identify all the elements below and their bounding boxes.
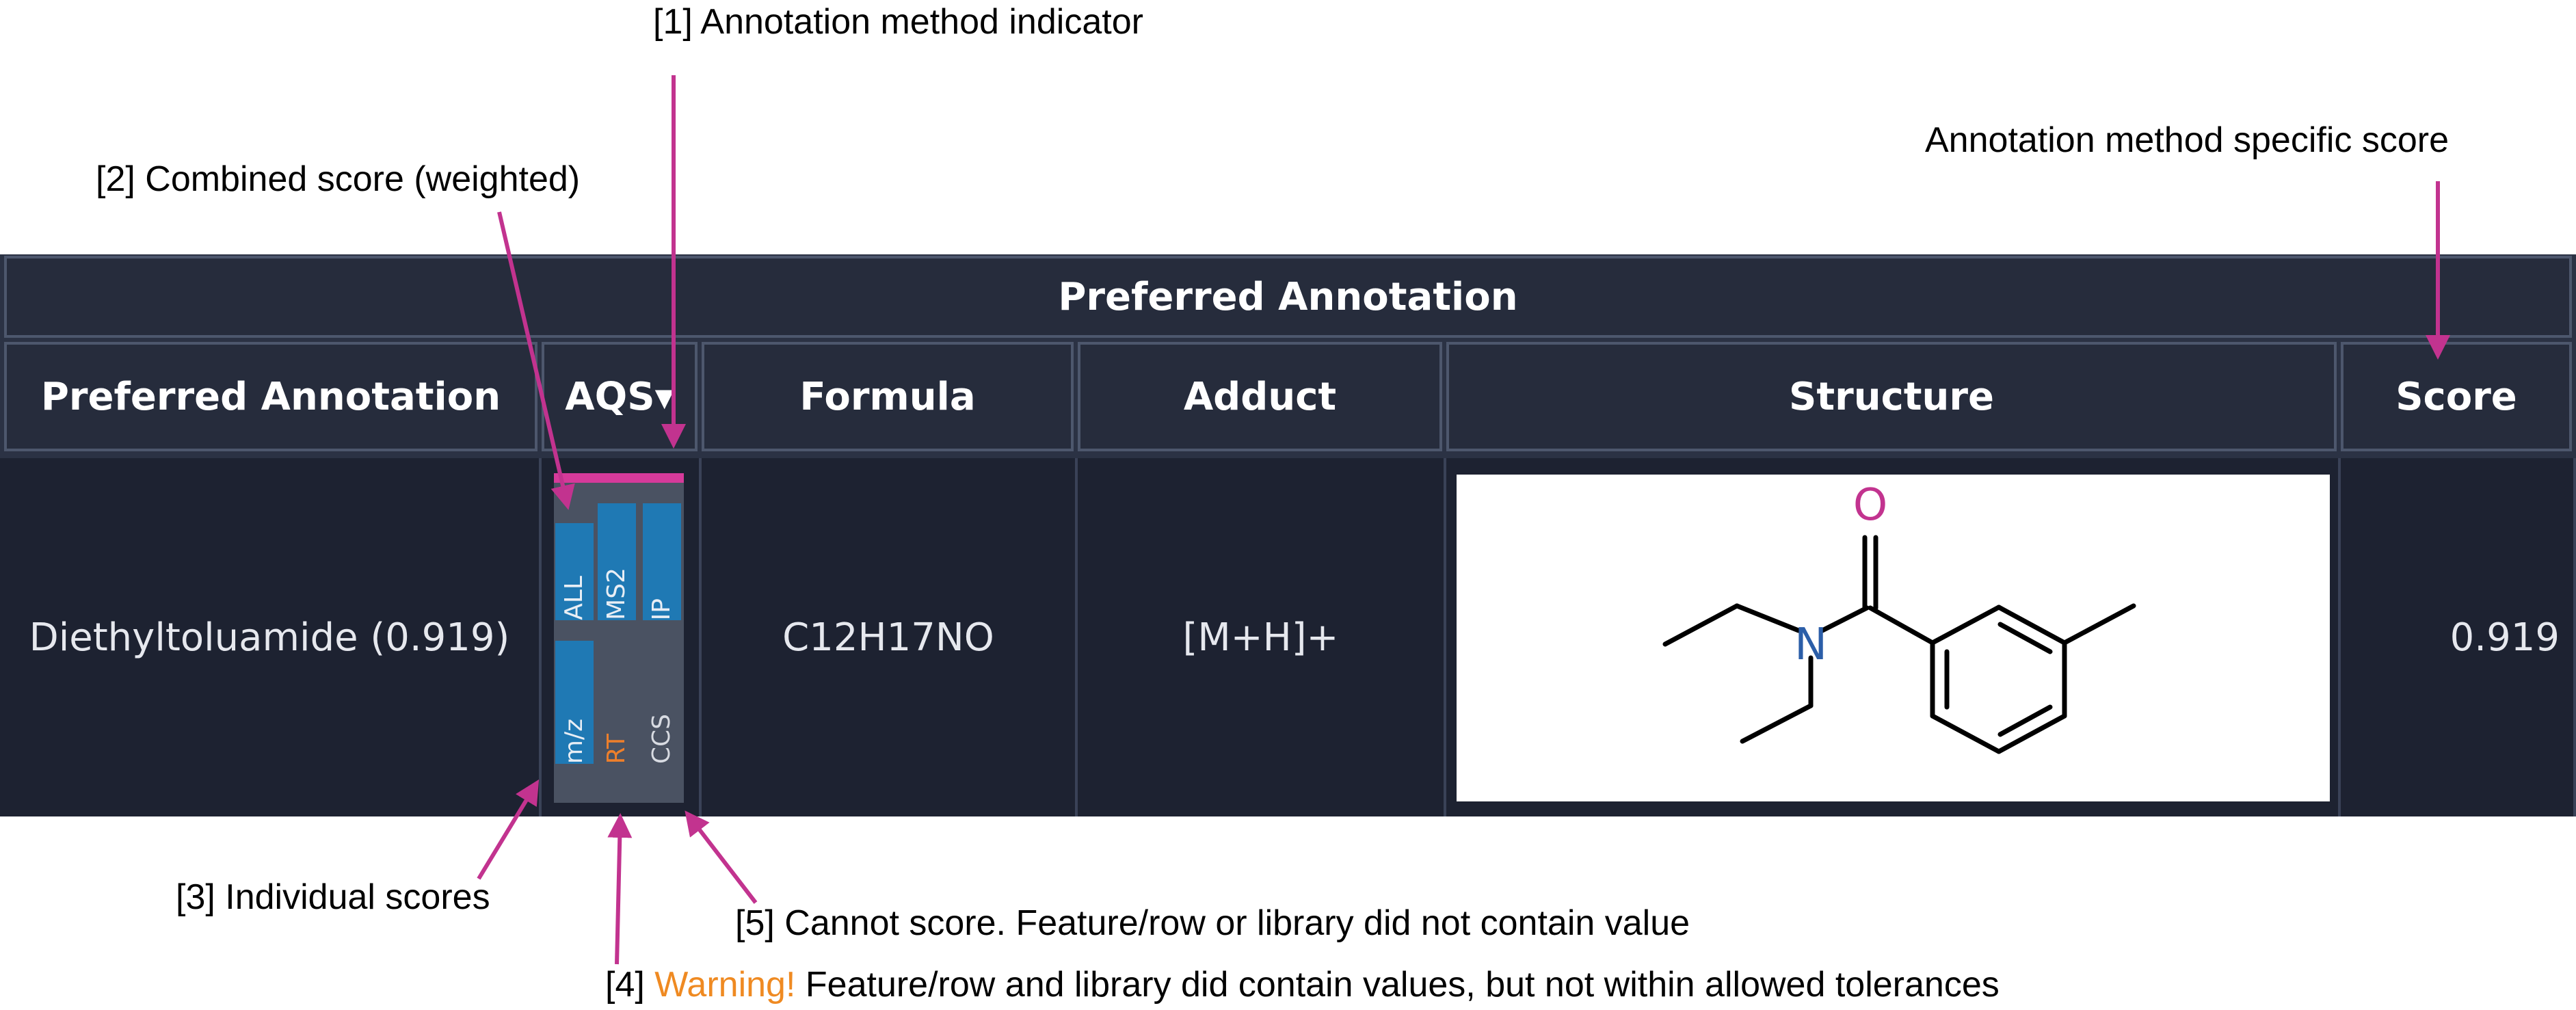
arrow-warning	[607, 813, 633, 965]
arrow-individual-scores	[477, 779, 540, 880]
arrow-combined-score	[497, 211, 575, 510]
arrow-cannot-score	[685, 810, 758, 904]
annotation-arrows	[477, 75, 2450, 965]
